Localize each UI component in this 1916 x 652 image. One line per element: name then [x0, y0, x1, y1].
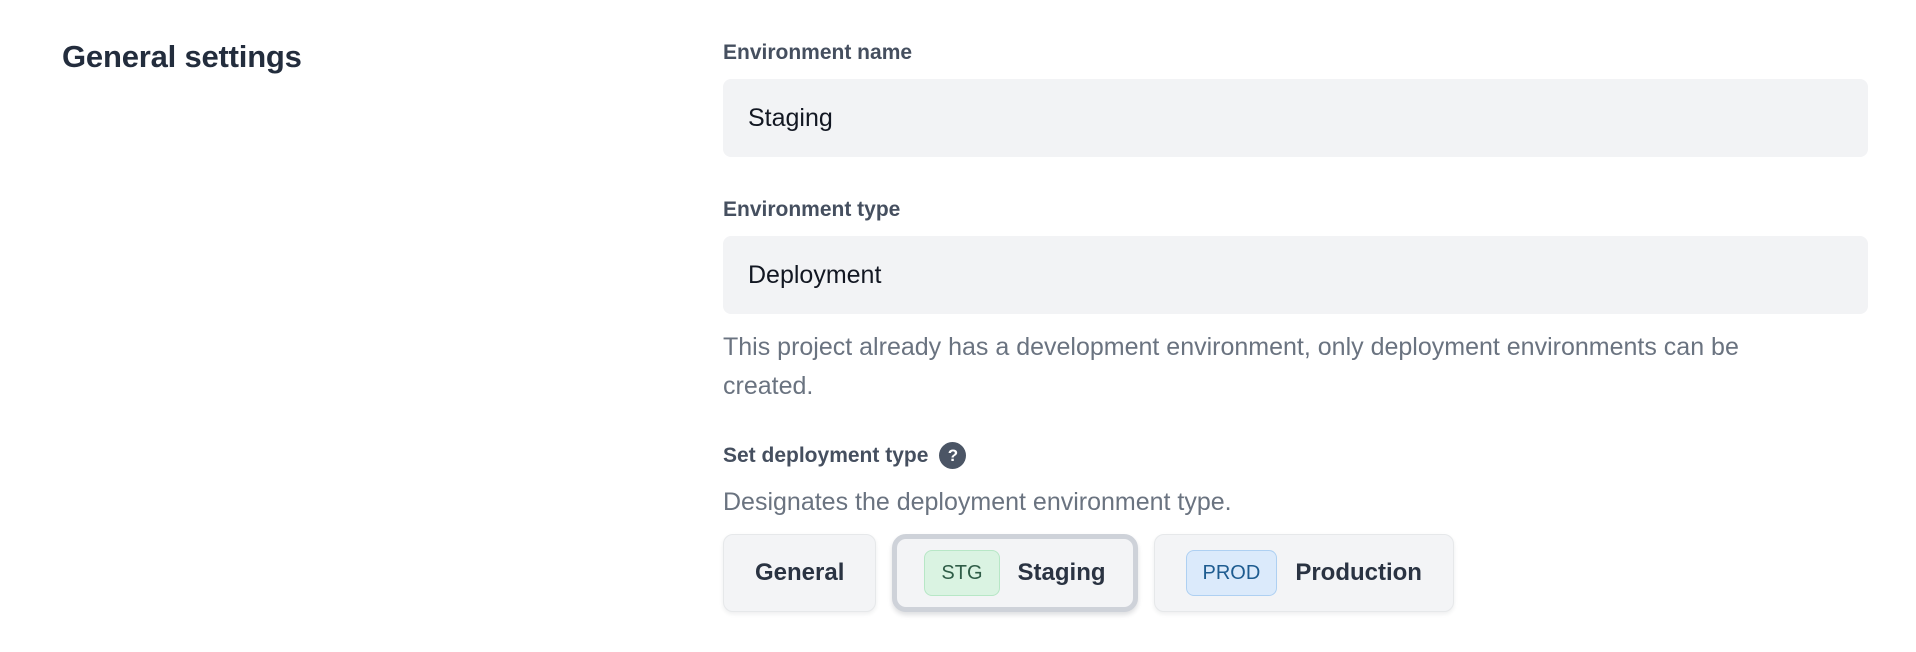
- section-heading-column: General settings: [0, 40, 723, 612]
- environment-name-input[interactable]: [723, 79, 1868, 157]
- deployment-type-option-staging-label: Staging: [1018, 559, 1106, 587]
- deployment-type-description: Designates the deployment environment ty…: [723, 483, 1868, 522]
- environment-type-help: This project already has a development e…: [723, 328, 1868, 406]
- settings-form: Environment name Environment type This p…: [723, 40, 1868, 612]
- environment-type-label: Environment type: [723, 197, 1868, 223]
- deployment-type-option-production[interactable]: PROD Production: [1154, 534, 1454, 612]
- deployment-type-label: Set deployment type: [723, 443, 928, 469]
- general-settings-section: General settings Environment name Enviro…: [0, 0, 1916, 612]
- environment-type-input[interactable]: [723, 236, 1868, 314]
- environment-type-help-line1: This project already has a development e…: [723, 328, 1868, 367]
- deployment-type-group: Set deployment type ? Designates the dep…: [723, 442, 1868, 612]
- deployment-type-option-general[interactable]: General: [723, 534, 876, 612]
- deployment-type-option-production-label: Production: [1295, 559, 1422, 587]
- environment-name-label: Environment name: [723, 40, 1868, 66]
- deployment-type-options: General STG Staging PROD Production: [723, 534, 1868, 612]
- environment-name-group: Environment name: [723, 40, 1868, 157]
- deployment-type-option-general-label: General: [755, 559, 844, 587]
- page-title: General settings: [62, 40, 723, 74]
- deployment-type-label-row: Set deployment type ?: [723, 442, 1868, 469]
- question-mark-icon[interactable]: ?: [939, 442, 966, 469]
- stg-badge: STG: [924, 550, 999, 596]
- deployment-type-option-staging[interactable]: STG Staging: [892, 534, 1137, 612]
- environment-type-group: Environment type This project already ha…: [723, 197, 1868, 406]
- prod-badge: PROD: [1186, 550, 1278, 596]
- environment-type-help-line2: created.: [723, 367, 1868, 406]
